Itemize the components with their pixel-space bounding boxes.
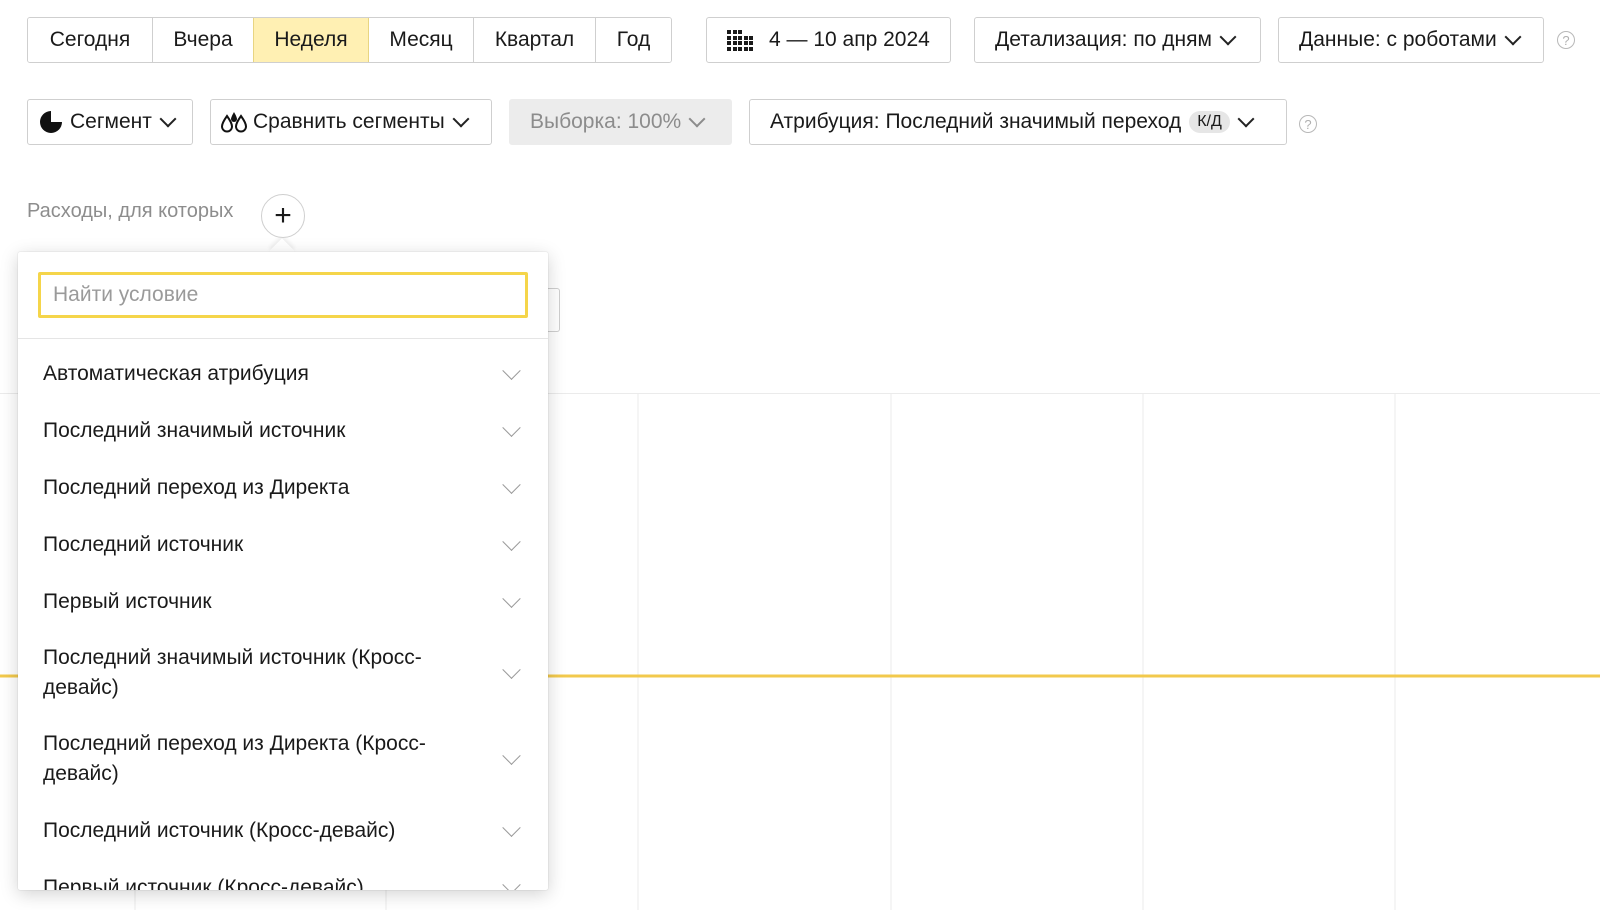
detail-dropdown[interactable]: Детализация: по дням [974, 17, 1261, 63]
filter-label: Расходы, для которых [27, 200, 234, 222]
metrica-report-page: Сегодня Вчера Неделя Месяц Квартал Год 4… [0, 0, 1600, 910]
condition-search-input[interactable] [38, 272, 528, 318]
condition-item-label: Автоматическая атрибуция [43, 361, 309, 385]
condition-search-wrap [18, 252, 548, 339]
sample-dropdown[interactable]: Выборка: 100% [509, 99, 732, 145]
chevron-down-icon [1504, 28, 1522, 46]
add-condition-button[interactable]: + [261, 194, 305, 238]
condition-item-last-significant[interactable]: Последний значимый источник [18, 402, 548, 459]
chevron-down-icon [502, 660, 521, 679]
period-yesterday[interactable]: Вчера [152, 18, 253, 62]
date-range-label: 4 — 10 апр 2024 [769, 28, 930, 51]
chevron-down-icon [502, 418, 521, 437]
condition-popup: Автоматическая атрибуция Последний значи… [18, 252, 548, 890]
condition-item-last-significant-cd[interactable]: Последний значимый источник (Кросс-девай… [18, 630, 548, 716]
condition-item-first-source-cd[interactable]: Первый источник (Кросс-девайс) [18, 859, 548, 890]
chevron-down-icon [688, 110, 706, 128]
condition-item-label: Последний значимый источник (Кросс-девай… [43, 646, 422, 699]
condition-list: Автоматическая атрибуция Последний значи… [18, 339, 548, 890]
chevron-down-icon [502, 818, 521, 837]
period-year[interactable]: Год [595, 18, 671, 62]
help-icon[interactable]: ? [1557, 31, 1575, 49]
calendar-grid-icon [727, 30, 753, 51]
chevron-down-icon [502, 875, 521, 890]
chevron-down-icon [1219, 28, 1237, 46]
chevron-down-icon [502, 532, 521, 551]
attribution-dropdown[interactable]: Атрибуция: Последний значимый переход К/… [749, 99, 1287, 145]
condition-item-label: Последний значимый источник [43, 418, 346, 442]
condition-item-last-direct-cd[interactable]: Последний переход из Директа (Кросс-дева… [18, 716, 548, 802]
compare-segments-dropdown[interactable]: Сравнить сегменты [210, 99, 492, 145]
period-month[interactable]: Месяц [368, 18, 473, 62]
data-label: Данные: с роботами [1299, 28, 1497, 51]
segment-label: Сегмент [70, 110, 152, 133]
chevron-down-icon [502, 475, 521, 494]
period-today[interactable]: Сегодня [28, 18, 152, 62]
compare-segments-label: Сравнить сегменты [253, 110, 445, 133]
condition-item-last-source[interactable]: Последний источник [18, 516, 548, 573]
help-icon[interactable]: ? [1299, 115, 1317, 133]
detail-label: Детализация: по дням [995, 28, 1212, 51]
segment-dropdown[interactable]: Сегмент [27, 99, 193, 145]
chevron-down-icon [502, 361, 521, 380]
date-range-button[interactable]: 4 — 10 апр 2024 [706, 17, 951, 63]
chevron-down-icon [502, 589, 521, 608]
chevron-down-icon [1237, 110, 1255, 128]
condition-item-label: Последний переход из Директа (Кросс-дева… [43, 732, 426, 785]
drops-icon [221, 112, 247, 133]
chevron-down-icon [159, 110, 177, 128]
cross-device-badge: К/Д [1189, 111, 1230, 133]
condition-item-label: Последний источник [43, 532, 244, 556]
condition-item-auto-attribution[interactable]: Автоматическая атрибуция [18, 345, 548, 402]
period-quarter[interactable]: Квартал [473, 18, 595, 62]
condition-item-label: Первый источник (Кросс-девайс) [43, 875, 364, 891]
condition-item-last-source-cd[interactable]: Последний источник (Кросс-девайс) [18, 802, 548, 859]
condition-item-first-source[interactable]: Первый источник [18, 573, 548, 630]
condition-item-label: Последний переход из Директа [43, 475, 350, 499]
sample-label: Выборка: 100% [530, 110, 682, 133]
pie-chart-icon [40, 111, 62, 133]
condition-item-label: Первый источник [43, 589, 212, 613]
attribution-label: Атрибуция: Последний значимый переход [770, 110, 1182, 133]
data-dropdown[interactable]: Данные: с роботами [1278, 17, 1544, 63]
period-week[interactable]: Неделя [253, 18, 368, 62]
condition-item-last-direct[interactable]: Последний переход из Директа [18, 459, 548, 516]
chevron-down-icon [502, 746, 521, 765]
period-selector: Сегодня Вчера Неделя Месяц Квартал Год [27, 17, 672, 63]
condition-item-label: Последний источник (Кросс-девайс) [43, 818, 396, 842]
chevron-down-icon [452, 110, 470, 128]
